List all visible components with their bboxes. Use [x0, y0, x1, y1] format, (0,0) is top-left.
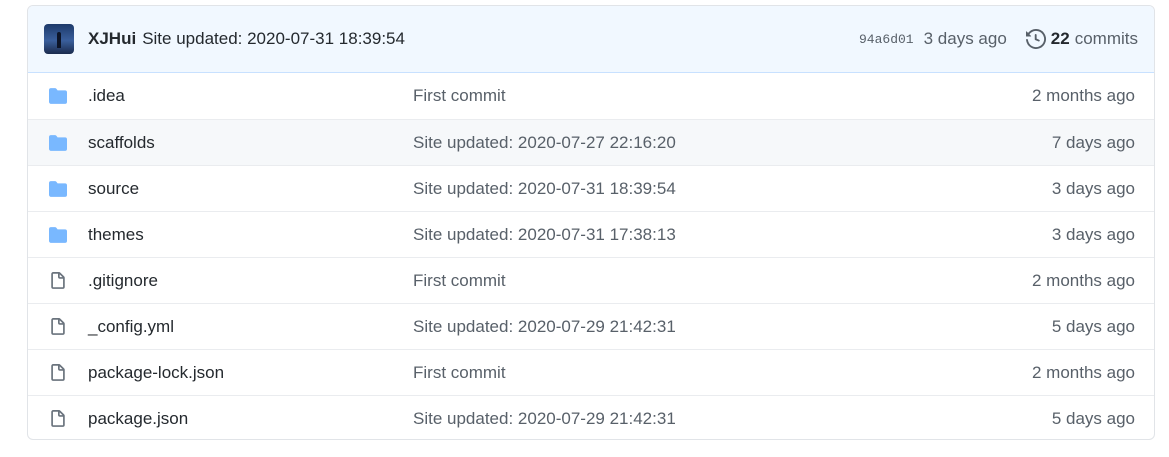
file-commit-age: 3 days ago [1051, 224, 1135, 244]
file-name-link[interactable]: source [88, 179, 413, 199]
commit-sha[interactable]: 94a6d01 [859, 32, 914, 47]
avatar[interactable] [44, 24, 74, 54]
file-list: .idea First commit 2 months ago scaffolds Si… [28, 73, 1154, 439]
file-commit-age: 5 days ago [1051, 408, 1135, 428]
file-commit-message[interactable]: First commit [413, 271, 1032, 291]
file-commit-age: 3 days ago [1051, 178, 1135, 198]
commit-author[interactable]: XJHui [88, 29, 136, 49]
file-row[interactable]: .gitignore First commit 2 months ago [28, 257, 1154, 303]
commits-label: commits [1074, 29, 1138, 48]
file-commit-age: 7 days ago [1051, 132, 1135, 152]
file-row[interactable]: source Site updated: 2020-07-31 18:39:54 3… [28, 165, 1154, 211]
file-row[interactable]: package.json Site updated: 2020-07-29 21:… [28, 395, 1154, 439]
folder-icon [28, 134, 88, 152]
file-commit-age: 2 months ago [1031, 86, 1135, 105]
file-commit-message[interactable]: Site updated: 2020-07-31 17:38:13 [413, 225, 1052, 245]
commit-message[interactable]: Site updated: 2020-07-31 18:39:54 [142, 29, 405, 49]
folder-icon [28, 87, 88, 105]
file-commit-message[interactable]: Site updated: 2020-07-27 22:16:20 [413, 133, 1052, 153]
file-name-link[interactable]: .gitignore [88, 271, 413, 291]
file-commit-age: 2 months ago [1031, 362, 1135, 382]
file-row[interactable]: scaffolds Site updated: 2020-07-27 22:16:… [28, 119, 1154, 165]
file-name-link[interactable]: themes [88, 225, 413, 245]
file-commit-message[interactable]: Site updated: 2020-07-31 18:39:54 [413, 179, 1052, 199]
file-row[interactable]: themes Site updated: 2020-07-31 17:38:13 3… [28, 211, 1154, 257]
file-commit-message[interactable]: First commit [413, 363, 1032, 383]
file-commit-message[interactable]: Site updated: 2020-07-29 21:42:31 [413, 317, 1052, 337]
file-name-link[interactable]: scaffolds [88, 133, 413, 153]
folder-icon [28, 226, 88, 244]
file-name-link[interactable]: package.json [88, 409, 413, 429]
commit-age: 3 days ago [923, 29, 1007, 48]
file-commit-message[interactable]: Site updated: 2020-07-29 21:42:31 [413, 409, 1052, 429]
file-row[interactable]: _config.yml Site updated: 2020-07-29 21:4… [28, 303, 1154, 349]
file-commit-age: 2 months ago [1031, 270, 1135, 290]
file-name-link[interactable]: _config.yml [88, 317, 413, 337]
history-icon [1025, 29, 1046, 49]
file-row[interactable]: package-lock.json First commit 2 months ag… [28, 349, 1154, 395]
file-icon [28, 363, 88, 383]
file-icon [28, 409, 88, 429]
file-name-link[interactable]: package-lock.json [88, 363, 413, 383]
file-name-link[interactable]: .idea [88, 86, 413, 106]
folder-icon [28, 180, 88, 198]
file-icon [28, 317, 88, 337]
file-commit-age: 5 days ago [1051, 316, 1135, 336]
commits-count: 22 [1050, 29, 1070, 48]
file-row[interactable]: .idea First commit 2 months ago [28, 73, 1154, 119]
commits-link[interactable]: 22 commits [1025, 29, 1138, 49]
latest-commit-bar: XJHui Site updated: 2020-07-31 18:39:54 … [28, 6, 1154, 73]
file-browser: XJHui Site updated: 2020-07-31 18:39:54 … [27, 5, 1155, 440]
file-commit-message[interactable]: First commit [413, 86, 1032, 106]
file-icon [28, 271, 88, 291]
